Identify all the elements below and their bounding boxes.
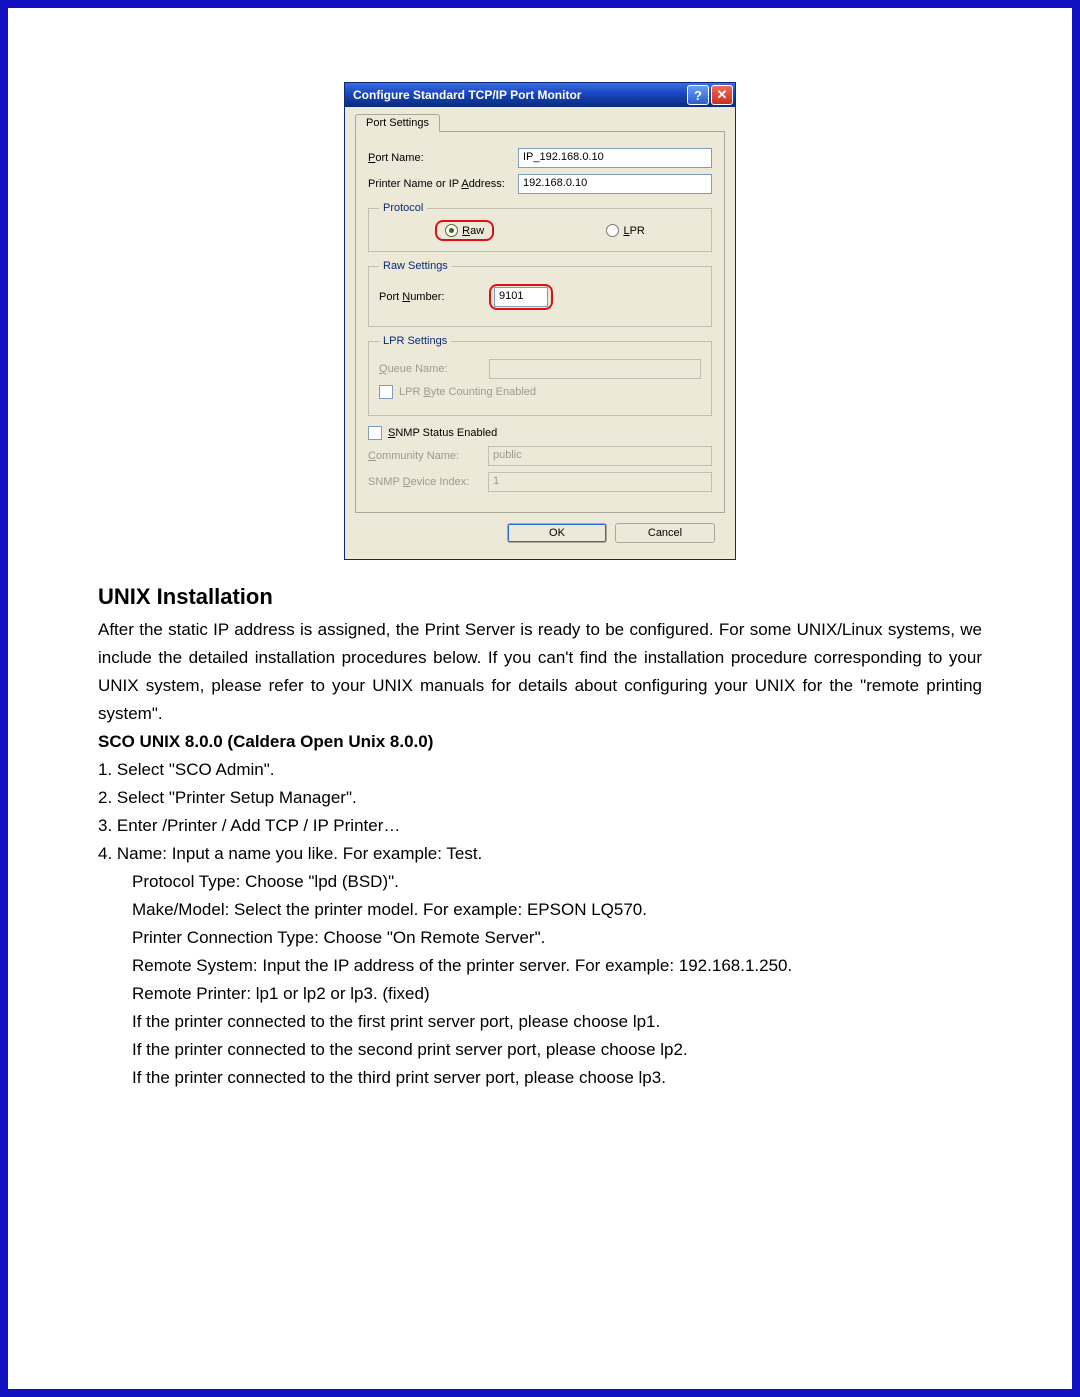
help-icon[interactable]: ? (687, 85, 709, 105)
cancel-button[interactable]: Cancel (615, 523, 715, 543)
sco-subheading: SCO UNIX 8.0.0 (Caldera Open Unix 8.0.0) (98, 728, 982, 756)
step-4h: If the printer connected to the third pr… (98, 1064, 982, 1092)
highlight-raw: Raw (435, 220, 494, 241)
lpr-settings-group: LPR Settings Queue Name: LPR Byte Counti… (368, 335, 712, 416)
port-number-input[interactable]: 9101 (494, 287, 548, 307)
protocol-legend: Protocol (379, 202, 427, 214)
tcpip-port-dialog: Configure Standard TCP/IP Port Monitor ?… (344, 82, 736, 560)
step-4f: If the printer connected to the first pr… (98, 1008, 982, 1036)
section-heading-unix: UNIX Installation (98, 584, 982, 610)
community-name-input: public (488, 446, 712, 466)
radio-selected-icon (445, 224, 458, 237)
printer-address-input[interactable]: 192.168.0.10 (518, 174, 712, 194)
step-4: 4. Name: Input a name you like. For exam… (98, 840, 982, 868)
step-4d: Remote System: Input the IP address of t… (98, 952, 982, 980)
radio-lpr[interactable]: LPR (606, 224, 644, 237)
radio-raw[interactable]: Raw (445, 224, 484, 237)
queue-name-label: Queue Name: (379, 363, 489, 375)
step-4b: Make/Model: Select the printer model. Fo… (98, 896, 982, 924)
snmp-status-checkbox[interactable]: SNMP Status Enabled (368, 426, 712, 440)
tab-port-settings[interactable]: Port Settings (355, 114, 440, 132)
step-4a: Protocol Type: Choose "lpd (BSD)". (98, 868, 982, 896)
step-3: 3. Enter /Printer / Add TCP / IP Printer… (98, 812, 982, 840)
step-4e: Remote Printer: lp1 or lp2 or lp3. (fixe… (98, 980, 982, 1008)
lpr-settings-legend: LPR Settings (379, 335, 451, 347)
step-2: 2. Select "Printer Setup Manager". (98, 784, 982, 812)
close-icon[interactable]: ✕ (711, 85, 733, 105)
protocol-group: Protocol Raw LPR (368, 202, 712, 252)
snmp-index-label: SNMP Device Index: (368, 476, 488, 488)
lpr-byte-counting-checkbox: LPR Byte Counting Enabled (379, 385, 701, 399)
dialog-title: Configure Standard TCP/IP Port Monitor (353, 88, 685, 102)
checkbox-icon (379, 385, 393, 399)
community-name-label: Community Name: (368, 450, 488, 462)
highlight-port-number: 9101 (489, 284, 553, 310)
step-4c: Printer Connection Type: Choose "On Remo… (98, 924, 982, 952)
radio-unselected-icon (606, 224, 619, 237)
snmp-index-input: 1 (488, 472, 712, 492)
queue-name-input (489, 359, 701, 379)
printer-address-label: Printer Name or IP Address: (368, 178, 518, 190)
step-4g: If the printer connected to the second p… (98, 1036, 982, 1064)
step-1: 1. Select "SCO Admin". (98, 756, 982, 784)
raw-settings-legend: Raw Settings (379, 260, 452, 272)
dialog-titlebar[interactable]: Configure Standard TCP/IP Port Monitor ?… (345, 83, 735, 107)
raw-settings-group: Raw Settings Port Number: 9101 (368, 260, 712, 327)
intro-paragraph: After the static IP address is assigned,… (98, 616, 982, 728)
checkbox-icon (368, 426, 382, 440)
port-name-input[interactable]: IP_192.168.0.10 (518, 148, 712, 168)
port-number-label: Port Number: (379, 291, 489, 303)
port-name-label: Port Name: (368, 152, 518, 164)
ok-button[interactable]: OK (507, 523, 607, 543)
